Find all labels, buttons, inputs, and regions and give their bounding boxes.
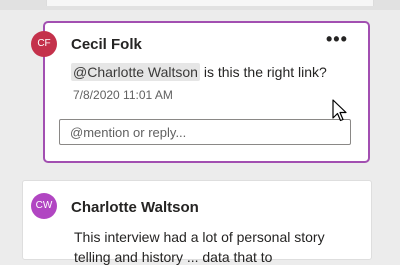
previous-card-bottom xyxy=(46,0,374,6)
previous-card-edge xyxy=(0,0,400,10)
reply-container xyxy=(43,21,370,163)
comment-body-line-2: telling and history ... data that to xyxy=(74,249,273,265)
reply-input[interactable] xyxy=(59,119,351,145)
comment-author: Charlotte Waltson xyxy=(71,199,199,216)
comment-body: This interview had a lot of personal sto… xyxy=(74,229,325,245)
comment-card[interactable]: Charlotte Waltson This interview had a l… xyxy=(22,180,372,265)
mouse-pointer-icon xyxy=(332,99,347,122)
avatar-charlotte-waltson[interactable]: CW xyxy=(31,193,57,219)
